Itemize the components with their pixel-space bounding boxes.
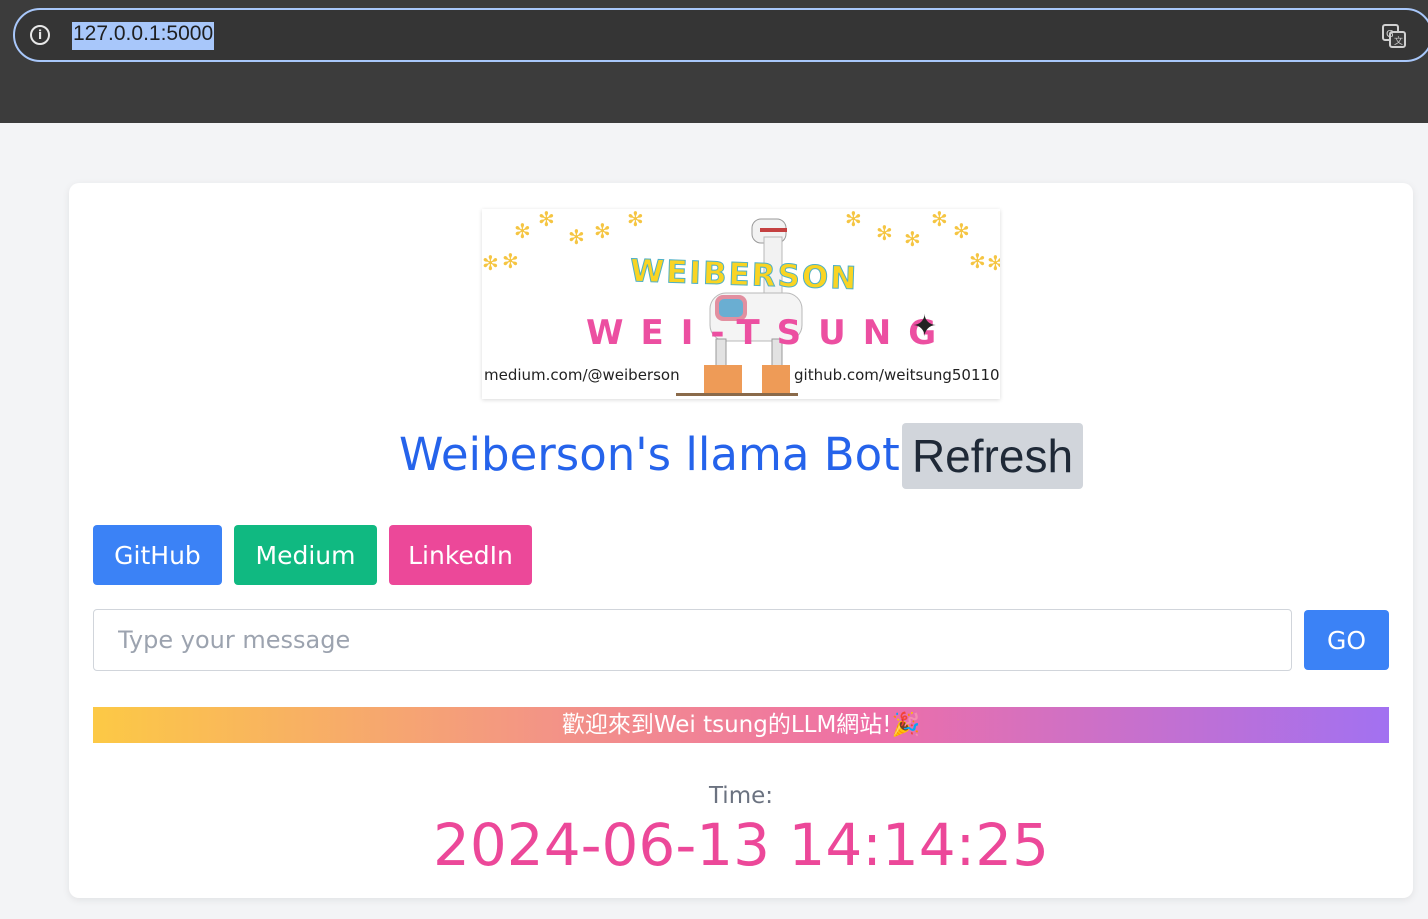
browser-toolbar: i 127.0.0.1:5000 G 文 <box>0 0 1428 123</box>
message-input[interactable] <box>93 609 1292 671</box>
linkedin-button[interactable]: LinkedIn <box>389 525 532 585</box>
banner-image: ✻ ✻ ✻ ✻ ✻ ✻ ✻ ✻ ✻ ✻ ✻ ✻ ✻ ✻ WEIBERSON WE… <box>482 209 1000 399</box>
page-title: Weiberson's llama Bot <box>399 428 900 481</box>
svg-text:文: 文 <box>1394 35 1403 47</box>
time-value: 2024-06-13 14:14:25 <box>433 811 1049 879</box>
info-icon[interactable]: i <box>30 25 50 45</box>
translate-icon[interactable]: G 文 <box>1381 23 1407 49</box>
address-bar[interactable]: i 127.0.0.1:5000 G 文 <box>13 8 1428 62</box>
svg-text:G: G <box>1386 29 1394 40</box>
sparkle-icon: ✦ <box>912 309 938 344</box>
main-card: ✻ ✻ ✻ ✻ ✻ ✻ ✻ ✻ ✻ ✻ ✻ ✻ ✻ ✻ WEIBERSON WE… <box>69 183 1413 898</box>
time-label: Time: <box>708 783 774 809</box>
banner-github-url: github.com/weitsung50110 <box>794 366 1000 384</box>
go-button[interactable]: GO <box>1304 610 1389 670</box>
banner-medium-url: medium.com/@weiberson <box>484 366 680 384</box>
refresh-button[interactable]: Refresh <box>902 423 1083 489</box>
github-button[interactable]: GitHub <box>93 525 222 585</box>
medium-button[interactable]: Medium <box>234 525 377 585</box>
banner-name-text: WEI-TSUNG <box>586 313 954 353</box>
welcome-banner: 歡迎來到Wei tsung的LLM網站!🎉 <box>93 707 1389 743</box>
url-text[interactable]: 127.0.0.1:5000 <box>72 22 215 50</box>
